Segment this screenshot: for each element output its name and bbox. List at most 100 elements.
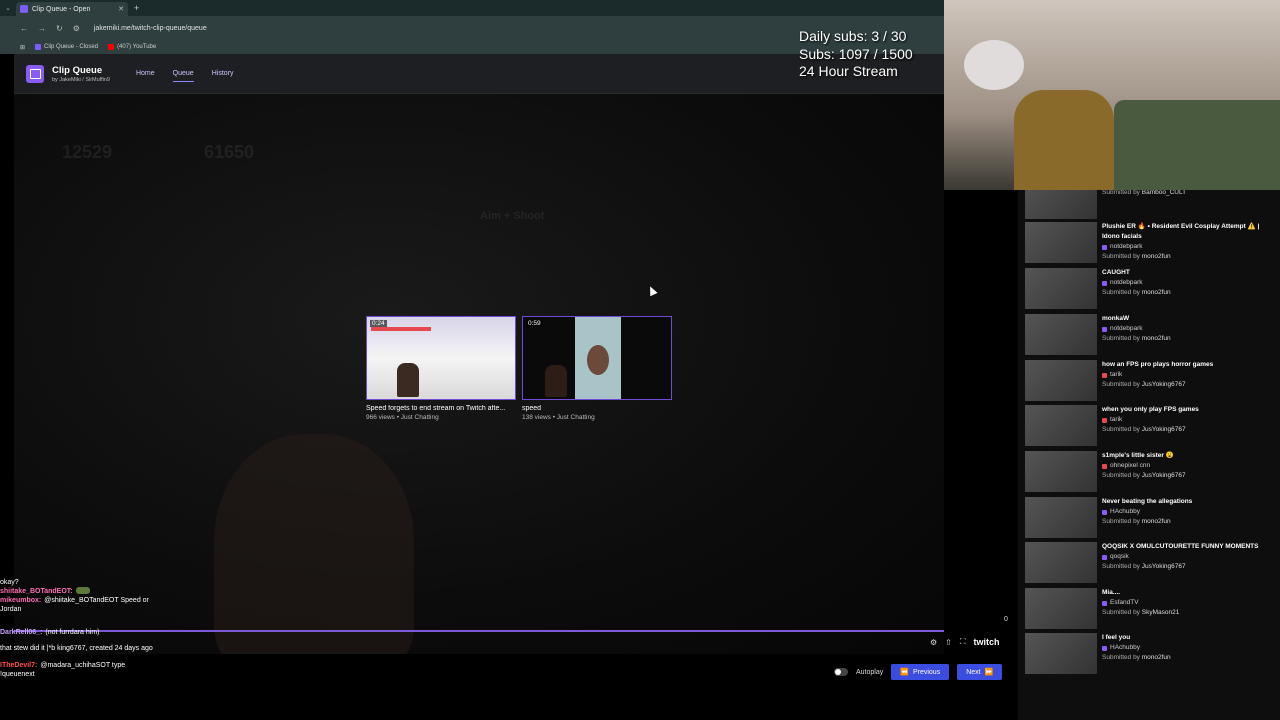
chat-username: DarkRell06_: <box>0 629 43 636</box>
bookmark-label: (407) YouTube <box>117 44 157 50</box>
queue-item[interactable]: EmiruSubmitted by Bamboo_CULT <box>1025 190 1274 219</box>
back-icon[interactable]: ← <box>20 24 28 33</box>
reload-icon[interactable]: ↻ <box>56 24 63 33</box>
bookmark-youtube[interactable]: (407) YouTube <box>108 44 156 50</box>
chat-message: DarkRell06_: (not furrdara him) <box>0 628 360 637</box>
clip-queue-logo-icon[interactable] <box>26 64 44 83</box>
channel-name: HAchubby <box>1110 644 1140 651</box>
webcam-plush <box>964 40 1024 90</box>
submitter-name: mono2fun <box>1141 654 1171 661</box>
queue-item[interactable]: Mia.... EsfandTV Submitted by SkyMason21 <box>1025 588 1274 629</box>
autoplay-toggle[interactable] <box>834 668 848 676</box>
queue-item-submitter: Submitted by mono2fun <box>1102 334 1274 344</box>
tab-favicon-icon <box>20 5 28 13</box>
nav-queue[interactable]: Queue <box>172 66 194 82</box>
queue-item[interactable]: Never beating the allegations HAchubby Sub… <box>1025 497 1274 538</box>
queue-item-title: CAUGHT <box>1102 269 1130 276</box>
queue-item-thumbnail[interactable] <box>1025 222 1097 263</box>
channel-icon <box>1102 509 1107 515</box>
submitter-name: mono2fun <box>1141 253 1171 260</box>
chat-message: that stew did it |*b king6767, created 2… <box>0 644 360 653</box>
queue-item-thumbnail[interactable] <box>1025 405 1097 446</box>
suggested-clip-card[interactable]: 0:24 Speed forgets to end stream on Twit… <box>366 316 516 421</box>
tab-list-icon[interactable]: ⌄ <box>0 4 16 12</box>
queue-item[interactable]: when you only play FPS games tarik Submitt… <box>1025 405 1274 446</box>
fullscreen-icon[interactable]: ⛶ <box>960 637 966 647</box>
channel-icon <box>1102 417 1107 423</box>
queue-item[interactable]: monkaW notdebpark Submitted by mono2fun <box>1025 314 1274 355</box>
queue-item-thumbnail[interactable] <box>1025 190 1097 219</box>
queue-item-submitter: Submitted by JusYoking6767 <box>1102 380 1274 390</box>
queue-item[interactable]: how an FPS pro plays horror games tarik Su… <box>1025 360 1274 401</box>
bookmark-clip-queue[interactable]: Clip Queue - Closed <box>35 44 98 50</box>
queue-item-thumbnail[interactable] <box>1025 360 1097 401</box>
queue-item[interactable]: QOQSIK X OMULCUTOURETTE FUNNY MOMENTS qoq… <box>1025 542 1274 583</box>
clip-thumbnail[interactable]: 0:24 <box>366 316 516 400</box>
close-tab-icon[interactable]: ✕ <box>118 5 124 13</box>
bookmark-label: Clip Queue - Closed <box>44 44 99 50</box>
queue-item-thumbnail[interactable] <box>1025 497 1097 538</box>
nav-history[interactable]: History <box>212 66 234 82</box>
nav-home[interactable]: Home <box>136 66 155 82</box>
queue-item-details: EmiruSubmitted by Bamboo_CULT <box>1102 190 1274 219</box>
clip-title[interactable]: speed <box>522 405 672 412</box>
queue-item-thumbnail[interactable] <box>1025 542 1097 583</box>
suggested-clip-card[interactable]: 0:59 speed 138 views • Just Chatting <box>522 316 672 421</box>
channel-icon <box>1102 645 1107 651</box>
emote-icon <box>75 587 90 594</box>
share-icon[interactable]: ⇧ <box>945 638 952 647</box>
app-byline: by JakeMiki / SirMuffin9 <box>52 76 110 83</box>
queue-item[interactable]: Plushie ER 🔥 • Resident Evil Cosplay Att… <box>1025 222 1274 263</box>
queue-item-thumbnail[interactable] <box>1025 588 1097 629</box>
settings-icon[interactable]: ⚙ <box>930 638 937 647</box>
queue-item-channel: HAchubby <box>1102 507 1274 517</box>
submitter-name: Bamboo_CULT <box>1141 190 1187 196</box>
clip-queue-list: EmiruSubmitted by Bamboo_CULT Plushie ER … <box>1018 190 1280 720</box>
url-field[interactable]: jakemiki.me/twitch-clip-queue/queue <box>94 25 207 32</box>
chat-text: @madara_uchihaSOT type <box>40 662 126 669</box>
thumb-baby <box>587 345 609 375</box>
queue-item-details: Never beating the allegations HAchubby Sub… <box>1102 497 1274 538</box>
queue-item-thumbnail[interactable] <box>1025 268 1097 309</box>
channel-name: EsfandTV <box>1110 599 1139 606</box>
forward-icon[interactable]: → <box>38 24 46 33</box>
submitted-by-label: Submitted by <box>1102 654 1140 661</box>
site-info-icon[interactable]: ⚙ <box>73 24 80 33</box>
queue-item-details: Mia.... EsfandTV Submitted by SkyMason21 <box>1102 588 1274 629</box>
submitter-name: JusYoking6767 <box>1141 563 1186 570</box>
queue-item-details: monkaW notdebpark Submitted by mono2fun <box>1102 314 1274 355</box>
queue-item[interactable]: I feel you HAchubby Submitted by mono2fun <box>1025 633 1274 674</box>
queue-item-details: CAUGHT notdebpark Submitted by mono2fun <box>1102 268 1274 309</box>
chat-text: !queuenext <box>0 671 35 678</box>
submitted-by-label: Submitted by <box>1102 518 1140 525</box>
queue-item-submitter: Submitted by SkyMason21 <box>1102 608 1274 618</box>
apps-icon[interactable]: ⊞ <box>20 44 25 51</box>
queue-item-channel: notdebpark <box>1102 324 1274 334</box>
submitted-by-label: Submitted by <box>1102 381 1140 388</box>
chat-message: ITheDevil7: @madara_uchihaSOT type <box>0 661 360 670</box>
new-tab-icon[interactable]: + <box>134 3 139 13</box>
twitch-logo[interactable]: twitch <box>973 637 999 647</box>
chat-message: shiitake_BOTandEOT: <box>0 587 360 596</box>
queue-item-submitter: Submitted by mono2fun <box>1102 252 1274 262</box>
ghost-stat: 12529 <box>62 142 113 162</box>
queue-item-thumbnail[interactable] <box>1025 314 1097 355</box>
browser-tab[interactable]: Clip Queue - Open ✕ <box>16 2 128 16</box>
video-player[interactable]: 12529 61650 Aim + Shoot 0:24 Speed forge… <box>14 94 944 654</box>
clip-title[interactable]: Speed forgets to end stream on Twitch af… <box>366 405 516 412</box>
player-controls: ⚙ ⇧ ⛶ twitch <box>930 637 999 647</box>
chat-message: okay? <box>0 578 360 587</box>
submitted-by-label: Submitted by <box>1102 472 1140 479</box>
previous-label: Previous <box>912 668 941 676</box>
queue-item-thumbnail[interactable] <box>1025 633 1097 674</box>
previous-button[interactable]: ⏪ Previous <box>891 664 950 680</box>
channel-name: tarik <box>1110 371 1123 378</box>
next-button[interactable]: Next ⏩ <box>957 664 1003 680</box>
clip-thumbnail[interactable]: 0:59 <box>522 316 672 400</box>
chat-message: mikeumbox: @shiitake_BOTandEOT Speed or <box>0 596 360 605</box>
channel-icon <box>1102 280 1107 286</box>
queue-item[interactable]: s1mple's little sister 😮 ohnepixel cnn Sub… <box>1025 451 1274 492</box>
chat-text: that stew did it |*b king6767, created 2… <box>0 645 153 652</box>
queue-item-thumbnail[interactable] <box>1025 451 1097 492</box>
queue-item[interactable]: CAUGHT notdebpark Submitted by mono2fun <box>1025 268 1274 309</box>
